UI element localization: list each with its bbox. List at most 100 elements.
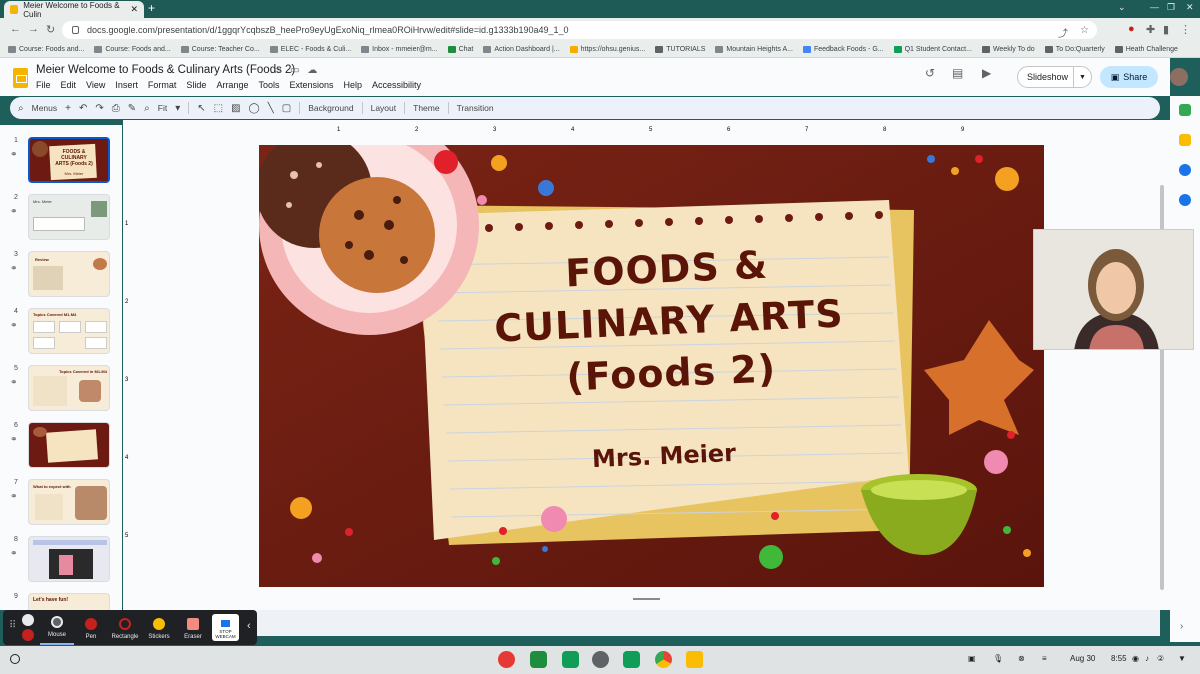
drag-handle-icon[interactable]: ⠿ bbox=[9, 620, 16, 631]
bookmark[interactable]: Mountain Heights A... bbox=[715, 46, 793, 53]
bookmark[interactable]: Feedback Foods - G... bbox=[802, 46, 884, 53]
stop-screen-record-icon[interactable]: ⊗ bbox=[1018, 654, 1025, 663]
filmstrip-item[interactable]: 6 ⚭ bbox=[0, 422, 122, 472]
menu-tools[interactable]: Tools bbox=[258, 80, 279, 90]
stop-recording-icon[interactable] bbox=[22, 629, 34, 641]
bookmark-folder[interactable]: TUTORIALS bbox=[655, 46, 705, 53]
stylus-tools-icon[interactable]: ≡ bbox=[1042, 654, 1047, 663]
date-label[interactable]: Aug 30 bbox=[1070, 654, 1095, 663]
launcher-icon[interactable] bbox=[10, 654, 20, 664]
bookmark[interactable]: Action Dashboard |... bbox=[483, 46, 560, 53]
chevron-down-icon[interactable]: ▼ bbox=[1073, 67, 1091, 87]
close-window-icon[interactable]: ✕ bbox=[1186, 2, 1194, 13]
slide-thumbnail[interactable]: Mrs. Meier bbox=[28, 194, 110, 240]
browser-tab[interactable]: Meier Welcome to Foods & Culin ✕ bbox=[4, 1, 144, 19]
transition-button[interactable]: Transition bbox=[457, 103, 494, 113]
filmstrip-item[interactable]: 4 ⚭ Topics Covered M1-M4 bbox=[0, 308, 122, 358]
filmstrip-item[interactable]: 8 ⚭ bbox=[0, 536, 122, 586]
search-icon[interactable]: ⌕ bbox=[18, 103, 24, 114]
menu-view[interactable]: View bbox=[86, 80, 105, 90]
chevron-right-icon[interactable]: › bbox=[1180, 621, 1183, 632]
bookmark[interactable]: https://ohsu.genius... bbox=[569, 46, 645, 53]
theme-button[interactable]: Theme bbox=[413, 103, 439, 113]
dictation-mic-icon[interactable]: 🎙 bbox=[993, 654, 1003, 663]
avatar[interactable] bbox=[1170, 68, 1188, 86]
filmstrip-item[interactable]: 2 ⚭ Mrs. Meier bbox=[0, 194, 122, 244]
comments-icon[interactable]: ▤ bbox=[952, 66, 963, 80]
tasks-icon[interactable] bbox=[1179, 164, 1191, 176]
classroom-app-icon[interactable] bbox=[530, 651, 547, 668]
redo-icon[interactable]: ↷ bbox=[95, 103, 103, 114]
bookmark-folder[interactable]: Heath Challenge bbox=[1114, 46, 1178, 53]
menu-help[interactable]: Help bbox=[344, 80, 363, 90]
reload-icon[interactable]: ↻ bbox=[46, 23, 55, 36]
chrome-app-icon[interactable] bbox=[655, 651, 672, 668]
background-button[interactable]: Background bbox=[308, 103, 353, 113]
clock-label[interactable]: 8:55 bbox=[1111, 654, 1127, 663]
keep-icon[interactable] bbox=[1179, 134, 1191, 146]
frame-select-icon[interactable]: ⬚ bbox=[214, 103, 223, 114]
slideshow-button[interactable]: Slideshow ▼ bbox=[1017, 66, 1092, 88]
notification-icon[interactable]: ② bbox=[1157, 654, 1164, 663]
speaker-notes[interactable] bbox=[133, 610, 1160, 636]
bookmark[interactable]: ELEC - Foods & Culi... bbox=[269, 46, 351, 53]
bookmark-star-icon[interactable]: ☆ bbox=[1080, 25, 1089, 40]
select-cursor-icon[interactable]: ↖ bbox=[197, 103, 205, 114]
slide-thumbnail[interactable]: Let's have fun! bbox=[28, 593, 110, 610]
line-icon[interactable]: ╲ bbox=[268, 103, 274, 114]
menu-edit[interactable]: Edit bbox=[61, 80, 77, 90]
rectangle-tool[interactable]: Rectangle bbox=[108, 610, 142, 645]
paint-format-icon[interactable]: ✎ bbox=[128, 103, 136, 114]
chat-app-icon[interactable] bbox=[562, 651, 579, 668]
new-tab-icon[interactable]: + bbox=[148, 1, 155, 15]
print-icon[interactable]: ⎙ bbox=[112, 103, 120, 114]
version-history-icon[interactable]: ↺ bbox=[925, 66, 935, 80]
meet-camera-icon[interactable]: ▶ bbox=[982, 66, 991, 80]
bookmark-folder[interactable]: Weekly To do bbox=[981, 46, 1035, 53]
document-title[interactable]: Meier Welcome to Foods & Culinary Arts (… bbox=[36, 64, 295, 76]
layout-button[interactable]: Layout bbox=[371, 103, 397, 113]
bookmark[interactable]: Inbox - mmeier@m... bbox=[361, 46, 438, 53]
menu-file[interactable]: File bbox=[36, 80, 51, 90]
bookmark[interactable]: Course: Foods and... bbox=[8, 46, 84, 53]
bookmark[interactable]: Q1 Student Contact... bbox=[893, 46, 972, 53]
slides-logo-icon[interactable] bbox=[13, 68, 28, 88]
chevron-down-icon[interactable]: ▾ bbox=[175, 103, 180, 114]
slide-thumbnail[interactable]: What to expect with bbox=[28, 479, 110, 525]
menu-arrange[interactable]: Arrange bbox=[216, 80, 248, 90]
extension-icon[interactable]: ● bbox=[1128, 23, 1135, 35]
stickers-tool[interactable]: Stickers bbox=[142, 610, 176, 645]
comment-add-icon[interactable]: ▢ bbox=[282, 103, 291, 114]
slide-thumbnail[interactable]: Topics Covered in M1-M4 bbox=[28, 365, 110, 411]
screencast-app-icon[interactable] bbox=[498, 651, 515, 668]
wifi-icon[interactable]: ▼ bbox=[1178, 654, 1186, 663]
menu-kebab-icon[interactable]: ⋮ bbox=[1180, 23, 1191, 36]
share-page-icon[interactable]: ⤴ bbox=[1058, 25, 1068, 40]
slide-thumbnail[interactable]: FOODS & CULINARY ARTS (Foods 2) Mrs. Mei… bbox=[28, 137, 110, 183]
bookmark-folder[interactable]: To Do:Quarterly bbox=[1044, 46, 1105, 53]
holding-space-icon[interactable]: ▣ bbox=[968, 654, 976, 663]
notes-resize-handle[interactable] bbox=[633, 598, 660, 600]
menu-insert[interactable]: Insert bbox=[115, 80, 138, 90]
settings-app-icon[interactable] bbox=[592, 651, 609, 668]
move-folder-icon[interactable]: ▭ bbox=[290, 65, 299, 76]
mouse-tool[interactable]: Mouse bbox=[40, 610, 74, 645]
filmstrip-item[interactable]: 7 ⚭ What to expect with bbox=[0, 479, 122, 529]
bookmark[interactable]: Course: Foods and... bbox=[94, 46, 171, 53]
slides-app-icon[interactable] bbox=[686, 651, 703, 668]
stop-webcam-button[interactable]: STOP WEBCAM bbox=[212, 614, 239, 641]
minimize-icon[interactable]: — bbox=[1150, 2, 1159, 12]
slide-thumbnail[interactable] bbox=[28, 422, 110, 468]
undo-icon[interactable]: ↶ bbox=[79, 103, 87, 114]
slide-canvas[interactable]: FOODS & CULINARY ARTS (Foods 2) Mrs. Mei… bbox=[259, 145, 1044, 587]
calendar-icon[interactable] bbox=[1179, 104, 1191, 116]
filmstrip-item[interactable]: 5 ⚭ Topics Covered in M1-M4 bbox=[0, 365, 122, 415]
menu-accessibility[interactable]: Accessibility bbox=[372, 80, 421, 90]
new-slide-icon[interactable]: + bbox=[65, 103, 71, 114]
zoom-select[interactable]: Fit bbox=[158, 103, 167, 113]
forward-icon[interactable]: → bbox=[28, 23, 39, 35]
filmstrip-item[interactable]: 3 ⚭ Review bbox=[0, 251, 122, 301]
shape-icon[interactable]: ◯ bbox=[249, 103, 260, 114]
bookmark[interactable]: Chat bbox=[447, 46, 473, 53]
slide-thumbnail[interactable] bbox=[28, 536, 110, 582]
